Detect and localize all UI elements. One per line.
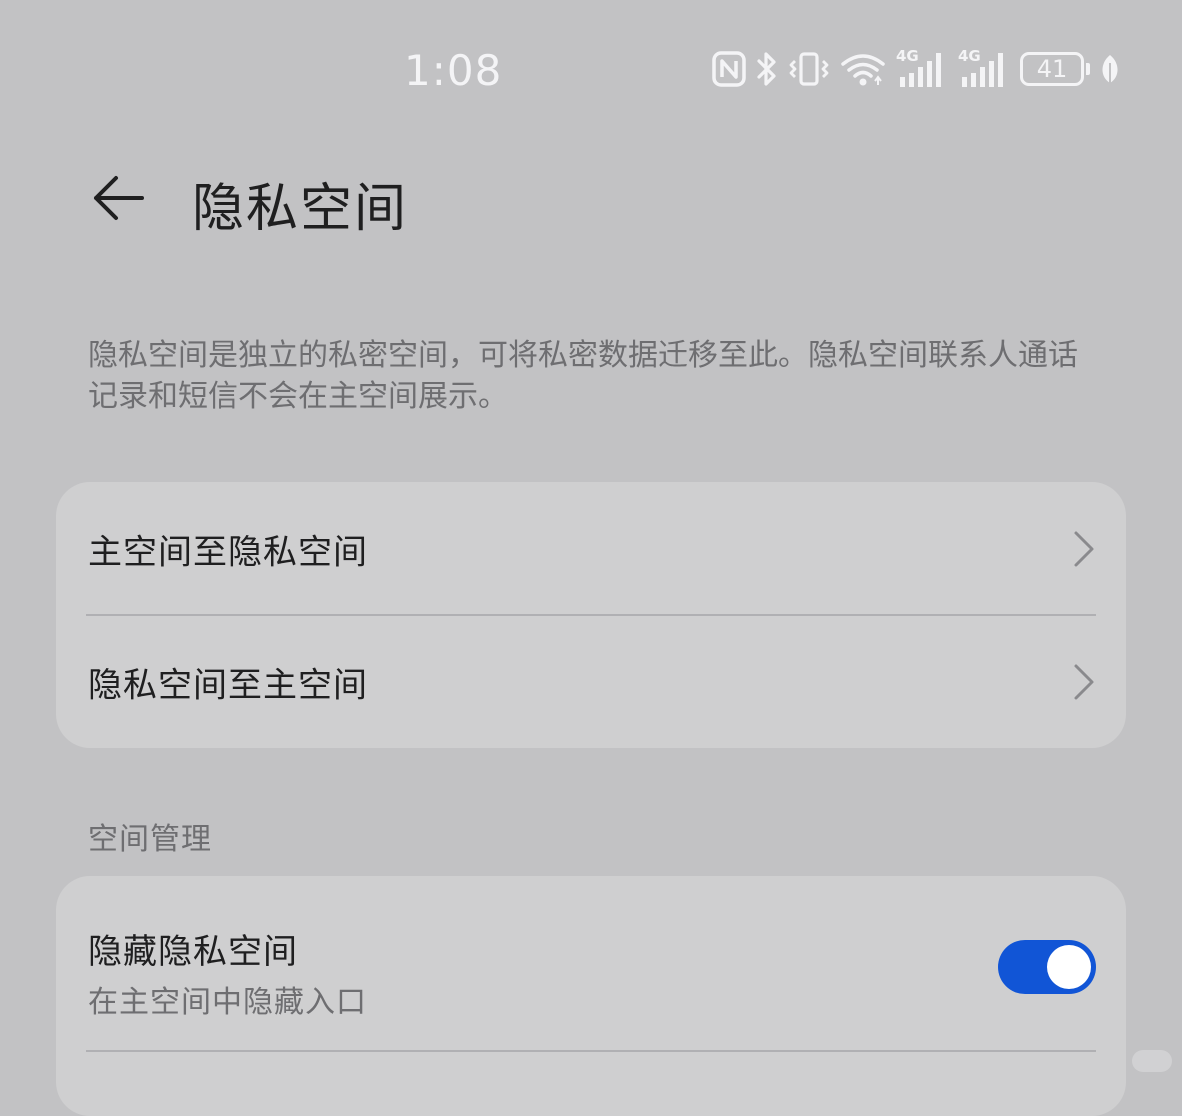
bluetooth-icon [757, 52, 776, 86]
list-item-label: 主空间至隐私空间 [88, 532, 368, 572]
vibrate-icon [789, 52, 829, 86]
status-bar: 1:08 4G 4G 41 [0, 0, 1182, 140]
nfc-icon [712, 51, 746, 87]
wifi-icon [841, 54, 885, 86]
space-management-card: 隐藏隐私空间 在主空间中隐藏入口 [56, 876, 1126, 1116]
battery-level: 41 [1036, 55, 1068, 83]
divider [86, 1050, 1096, 1052]
hide-private-space-row[interactable]: 隐藏隐私空间 在主空间中隐藏入口 [56, 876, 1126, 1052]
leaf-icon [1102, 55, 1118, 83]
hide-private-space-toggle[interactable] [998, 940, 1096, 994]
hide-private-space-subtitle: 在主空间中隐藏入口 [88, 985, 367, 1020]
back-button[interactable] [80, 160, 156, 236]
chevron-right-icon [1074, 531, 1094, 566]
list-item-label: 隐私空间至主空间 [88, 665, 368, 705]
status-icons: 4G 4G 41 [712, 47, 1120, 90]
list-item-private-to-main[interactable]: 隐私空间至主空间 [56, 615, 1126, 748]
page-description: 隐私空间是独立的私密空间，可将私密数据迁移至此。隐私空间联系人通话记录和短信不会… [88, 338, 1078, 414]
signal-4g-icon: 4G [958, 47, 1010, 89]
arrow-left-icon [94, 176, 144, 220]
status-time: 1:08 [404, 46, 503, 95]
page-title: 隐私空间 [192, 179, 409, 239]
hide-private-space-title: 隐藏隐私空间 [88, 932, 298, 972]
list-item-main-to-private[interactable]: 主空间至隐私空间 [56, 482, 1126, 615]
battery-cap [1086, 63, 1090, 75]
watermark [1132, 1050, 1172, 1072]
section-header-space-management: 空间管理 [88, 822, 212, 857]
signal-4g-icon: 4G [896, 47, 948, 89]
toggle-knob [1047, 945, 1091, 989]
chevron-right-icon [1074, 664, 1094, 699]
transfer-card: 主空间至隐私空间 隐私空间至主空间 [56, 482, 1126, 748]
battery-icon: 41 [1020, 52, 1084, 86]
